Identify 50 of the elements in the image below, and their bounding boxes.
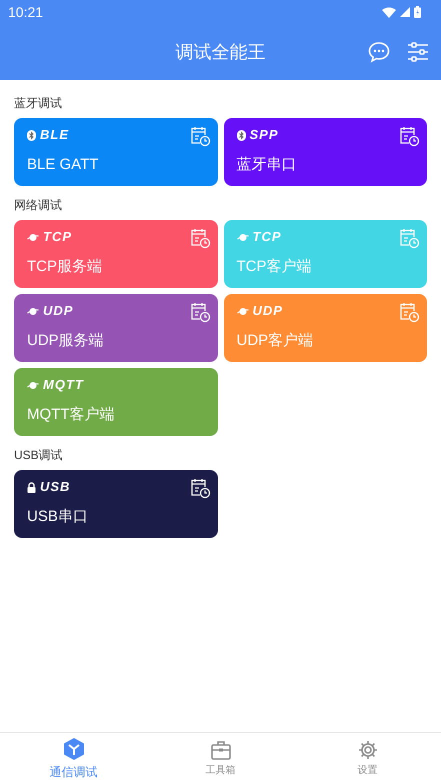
settings-sliders-icon[interactable] bbox=[407, 41, 429, 63]
nav-tab[interactable]: 设置 bbox=[294, 733, 441, 784]
protocol-label: MQTT bbox=[43, 376, 84, 394]
cube-icon bbox=[62, 736, 86, 760]
app-title: 调试全能王 bbox=[176, 40, 266, 64]
section-title: 蓝牙调试 bbox=[14, 95, 63, 112]
card-label: 蓝牙串口 bbox=[236, 155, 296, 175]
protocol-label: TCP bbox=[252, 228, 282, 246]
card-label: MQTT客户端 bbox=[27, 405, 114, 425]
nav-tab[interactable]: 通信调试 bbox=[0, 733, 147, 784]
feature-card[interactable]: USB USB串口 bbox=[14, 470, 218, 538]
card-label: USB串口 bbox=[27, 507, 88, 527]
wifi-icon bbox=[382, 6, 396, 18]
planet-icon bbox=[27, 380, 39, 390]
feature-card[interactable]: MQTT MQTT客户端 bbox=[14, 368, 218, 436]
section-title: USB调试 bbox=[14, 447, 64, 464]
settings-icon bbox=[356, 739, 378, 761]
status-time: 10:21 bbox=[8, 2, 44, 22]
planet-icon bbox=[236, 232, 248, 242]
card-label: TCP服务端 bbox=[27, 257, 102, 277]
protocol-label: UDP bbox=[252, 302, 283, 320]
card-label: TCP客户端 bbox=[236, 257, 312, 277]
feature-card[interactable]: TCP TCP客户端 bbox=[224, 220, 427, 288]
feature-card[interactable]: TCP TCP服务端 bbox=[14, 220, 218, 288]
feature-card[interactable]: UDP UDP服务端 bbox=[14, 294, 218, 362]
battery-icon bbox=[414, 6, 421, 18]
protocol-label: USB bbox=[40, 478, 70, 496]
lock-icon bbox=[27, 482, 36, 492]
bluetooth-icon bbox=[27, 130, 36, 140]
protocol-label: SPP bbox=[250, 126, 279, 144]
protocol-label: UDP bbox=[43, 302, 74, 320]
feature-card[interactable]: SPP 蓝牙串口 bbox=[224, 118, 427, 186]
card-label: BLE GATT bbox=[27, 155, 98, 175]
feature-card[interactable]: UDP UDP客户端 bbox=[224, 294, 427, 362]
section-title: 网络调试 bbox=[14, 197, 63, 214]
signal-icon bbox=[400, 7, 410, 17]
planet-icon bbox=[236, 306, 248, 316]
planet-icon bbox=[27, 232, 39, 242]
feature-card[interactable]: BLE BLE GATT bbox=[14, 118, 218, 186]
bluetooth-icon bbox=[236, 130, 246, 140]
planet-icon bbox=[27, 306, 39, 316]
toolbox-icon bbox=[210, 739, 232, 761]
chat-icon[interactable] bbox=[367, 40, 391, 64]
card-label: UDP服务端 bbox=[27, 331, 104, 351]
nav-tab[interactable]: 工具箱 bbox=[147, 733, 294, 784]
history-icon[interactable] bbox=[398, 125, 420, 147]
protocol-label: TCP bbox=[43, 228, 72, 246]
card-label: UDP客户端 bbox=[236, 331, 314, 351]
history-icon[interactable] bbox=[188, 477, 210, 499]
protocol-label: BLE bbox=[40, 126, 69, 144]
